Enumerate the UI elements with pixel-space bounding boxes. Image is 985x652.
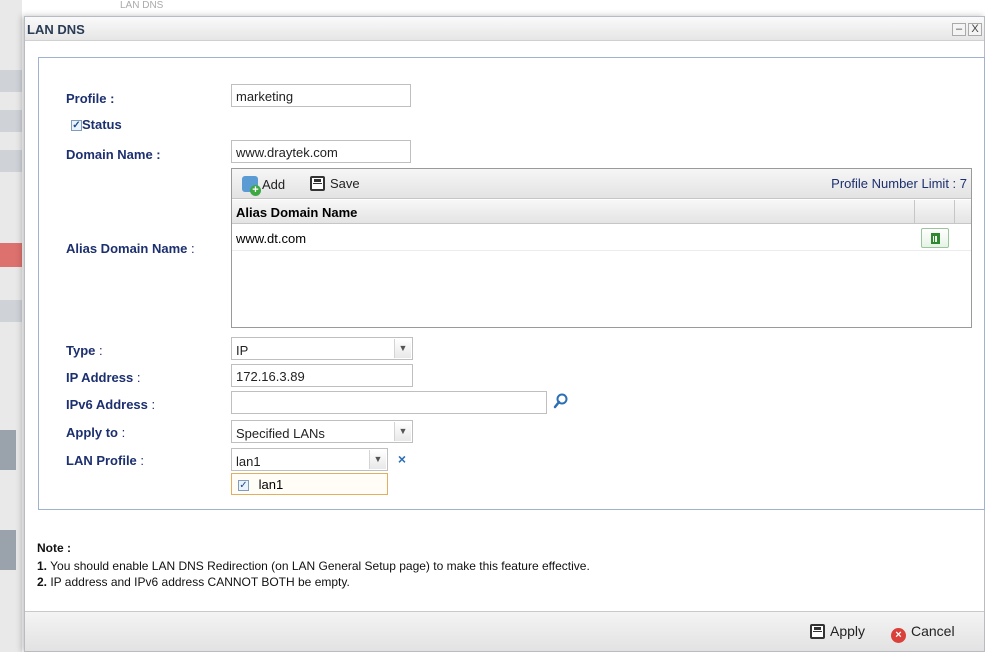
table-row[interactable]: www.dt.com <box>232 225 971 251</box>
save-toolbar-label: Save <box>330 176 360 191</box>
apply-to-colon: : <box>118 425 126 440</box>
background-menu-item <box>0 70 22 92</box>
lan-profile-label: LAN Profile : <box>66 453 144 468</box>
add-button-label: Add <box>262 177 286 192</box>
dialog-titlebar: LAN DNS – X <box>25 17 984 41</box>
domain-name-input[interactable]: www.draytek.com <box>231 140 411 163</box>
profile-label: Profile : <box>66 91 115 106</box>
grid-toolbar: Add Save Profile Number Limit : 7 <box>232 169 971 199</box>
note-2-number: 2. <box>37 575 48 589</box>
apply-to-select[interactable]: Specified LANs ▼ <box>231 420 413 443</box>
search-icon[interactable] <box>552 393 570 411</box>
lan-option-checkbox[interactable]: ✓ <box>238 480 249 492</box>
status-checkbox-row[interactable]: ✓Status <box>71 117 122 132</box>
profile-number-limit: Profile Number Limit : 7 <box>831 176 967 191</box>
delete-button[interactable] <box>921 228 949 248</box>
background-menu-item <box>0 150 22 172</box>
apply-to-label: Apply to : <box>66 425 125 440</box>
background-menu-highlight <box>0 243 22 267</box>
alias-domain-colon: : <box>187 241 195 256</box>
type-select-value: IP <box>236 343 249 358</box>
add-button[interactable]: Add <box>242 176 286 196</box>
column-divider <box>914 200 915 224</box>
minimize-button[interactable]: – <box>952 23 966 36</box>
type-label-text: Type <box>66 343 96 358</box>
alias-domain-label: Alias Domain Name : <box>66 241 195 256</box>
note-title: Note : <box>37 541 71 555</box>
form-panel: Profile : marketing ✓Status Domain Name … <box>38 57 985 510</box>
alias-domain-label-text: Alias Domain Name <box>66 241 188 256</box>
background-sidebar <box>0 0 22 652</box>
ip-address-label: IP Address : <box>66 370 140 385</box>
note-line-1: 1. You should enable LAN DNS Redirection… <box>37 559 590 573</box>
lan-profile-select[interactable]: lan1 ▼ <box>231 448 388 471</box>
note-1-number: 1. <box>37 559 48 573</box>
alias-domain-cell[interactable]: www.dt.com <box>236 231 306 246</box>
apply-to-select-value: Specified LANs <box>236 426 325 441</box>
ipv6-address-label-text: IPv6 Address <box>66 397 148 412</box>
background-tab: LAN DNS <box>120 0 164 11</box>
ip-address-label-text: IP Address <box>66 370 134 385</box>
trash-icon <box>930 233 940 244</box>
note-2-text: IP address and IPv6 address CANNOT BOTH … <box>47 575 350 589</box>
lan-profile-select-value: lan1 <box>236 454 261 469</box>
cancel-icon: × <box>891 628 906 643</box>
background-header: LAN DNS <box>0 0 985 12</box>
domain-name-label: Domain Name : <box>66 147 161 162</box>
ipv6-address-input[interactable] <box>231 391 547 414</box>
lan-option-label: lan1 <box>258 477 284 492</box>
close-button[interactable]: X <box>968 23 982 36</box>
background-panel <box>0 430 16 470</box>
save-icon <box>310 176 325 191</box>
cancel-button[interactable]: × Cancel <box>891 623 955 643</box>
lan-profile-colon: : <box>136 453 145 468</box>
lan-profile-label-text: LAN Profile <box>66 453 137 468</box>
status-checkbox[interactable]: ✓ <box>71 120 82 132</box>
ipv6-address-label: IPv6 Address : <box>66 397 155 412</box>
chevron-down-icon[interactable]: ▼ <box>369 450 386 469</box>
clear-icon[interactable]: × <box>393 450 411 468</box>
note-1-text: You should enable LAN DNS Redirection (o… <box>47 559 590 573</box>
lan-dns-dialog: LAN DNS – X Profile : marketing ✓Status … <box>24 16 985 652</box>
ip-address-colon: : <box>133 370 141 385</box>
alias-column-header: Alias Domain Name <box>236 205 358 220</box>
apply-to-label-text: Apply to <box>66 425 118 440</box>
type-colon: : <box>95 343 103 358</box>
background-menu-item <box>0 110 22 132</box>
dialog-title: LAN DNS <box>27 22 85 37</box>
save-toolbar-button[interactable]: Save <box>310 176 360 191</box>
save-icon <box>810 624 825 639</box>
ipv6-address-colon: : <box>147 397 156 412</box>
note-line-2: 2. IP address and IPv6 address CANNOT BO… <box>37 575 350 589</box>
background-menu-item <box>0 300 22 322</box>
add-icon <box>242 176 261 196</box>
lan-profile-option[interactable]: ✓ lan1 <box>231 473 388 495</box>
column-divider <box>954 200 955 224</box>
chevron-down-icon[interactable]: ▼ <box>394 339 411 358</box>
dialog-footer: Apply × Cancel <box>25 611 984 651</box>
type-label: Type : <box>66 343 103 358</box>
profile-input[interactable]: marketing <box>231 84 411 107</box>
apply-button-label: Apply <box>830 623 866 639</box>
background-panel <box>0 530 16 570</box>
alias-domain-grid: Add Save Profile Number Limit : 7 Alias … <box>231 168 972 328</box>
cancel-button-label: Cancel <box>911 623 955 639</box>
chevron-down-icon[interactable]: ▼ <box>394 422 411 441</box>
ip-address-input[interactable]: 172.16.3.89 <box>231 364 413 387</box>
status-label: Status <box>82 117 122 132</box>
grid-header-row: Alias Domain Name <box>232 200 971 224</box>
apply-button[interactable]: Apply <box>810 623 865 639</box>
type-select[interactable]: IP ▼ <box>231 337 413 360</box>
